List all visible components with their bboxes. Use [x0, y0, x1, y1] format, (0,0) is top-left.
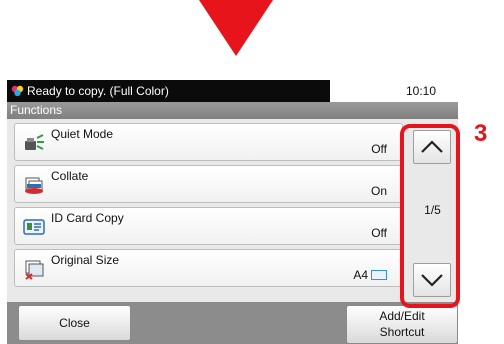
function-value: Off	[371, 226, 387, 240]
down-arrow-indicator	[199, 0, 273, 56]
status-bar: Ready to copy. (Full Color) 10:10	[7, 80, 458, 102]
color-copy-icon	[11, 85, 24, 97]
id-card-icon	[23, 219, 45, 235]
close-button[interactable]: Close	[18, 305, 131, 341]
shortcut-label-line2: Shortcut	[379, 325, 425, 339]
touch-panel-screen: Ready to copy. (Full Color) 10:10 Functi…	[7, 80, 458, 344]
function-value: A4	[353, 268, 387, 282]
original-size-icon	[25, 260, 44, 280]
function-item-collate[interactable]: Collate On	[14, 165, 403, 203]
function-value: On	[370, 184, 387, 198]
screen-title: Functions	[7, 102, 458, 119]
status-message: Ready to copy. (Full Color)	[27, 84, 169, 98]
add-edit-shortcut-button[interactable]: Add/Edit Shortcut	[346, 305, 458, 344]
paper-size-text: A4	[353, 268, 368, 282]
function-item-original-size[interactable]: Original Size A4	[14, 249, 403, 287]
status-message-area: Ready to copy. (Full Color)	[7, 80, 330, 102]
paper-size-icon	[371, 270, 387, 280]
callout-number: 3	[474, 120, 488, 147]
function-name: Collate	[51, 169, 89, 183]
shortcut-label-line1: Add/Edit	[379, 309, 425, 323]
function-item-quiet-mode[interactable]: Quiet Mode Off	[14, 123, 403, 161]
function-item-id-card-copy[interactable]: ID Card Copy Off	[14, 207, 403, 245]
scroll-highlight-box	[400, 124, 460, 308]
quiet-mode-icon	[25, 134, 44, 150]
status-time: 10:10	[405, 84, 436, 98]
function-name: ID Card Copy	[51, 211, 124, 225]
collate-icon	[25, 177, 43, 194]
function-name: Original Size	[51, 253, 120, 267]
function-value: Off	[371, 142, 387, 156]
function-name: Quiet Mode	[51, 127, 114, 141]
